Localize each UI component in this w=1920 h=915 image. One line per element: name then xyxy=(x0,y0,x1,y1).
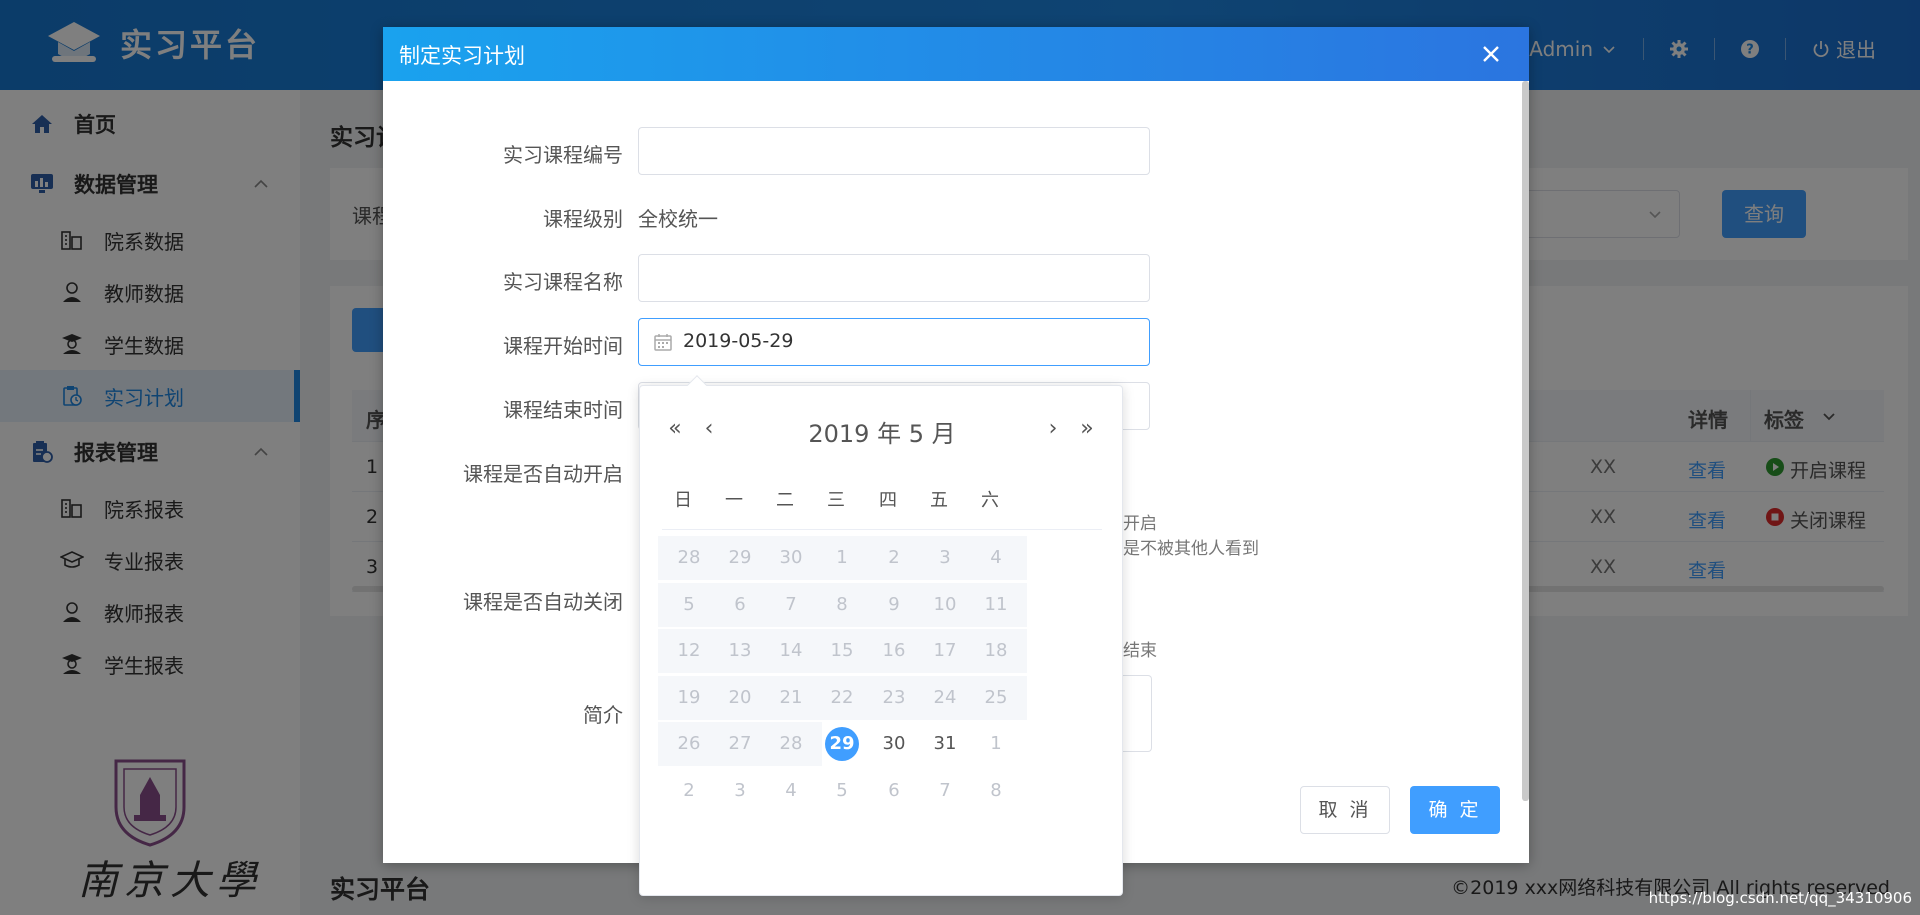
calendar-icon xyxy=(654,334,672,351)
vertical-scrollbar[interactable] xyxy=(1522,81,1529,801)
calendar-day: 25 xyxy=(965,676,1027,720)
auto-open-hint: 开启 xyxy=(1123,514,1157,534)
intro-label: 简介 xyxy=(583,703,623,727)
calendar-day: 4 xyxy=(965,536,1027,580)
next-month-button[interactable]: › xyxy=(1042,418,1064,440)
course-code-label: 实习课程编号 xyxy=(503,143,623,167)
course-level-value: 全校统一 xyxy=(638,207,718,231)
course-code-input[interactable] xyxy=(638,127,1150,175)
auto-open-label: 课程是否自动开启 xyxy=(463,462,623,486)
dialog-header: 制定实习计划 xyxy=(383,27,1529,81)
form-row-start-time: 课程开始时间 2019-05-29 xyxy=(383,318,1150,366)
cancel-button[interactable]: 取 消 xyxy=(1300,786,1390,834)
next-year-button[interactable]: » xyxy=(1076,418,1098,440)
course-name-input[interactable] xyxy=(638,254,1150,302)
calendar-day: 11 xyxy=(965,583,1027,627)
end-time-label: 课程结束时间 xyxy=(503,398,623,422)
auto-close-label: 课程是否自动关闭 xyxy=(463,590,623,614)
start-date-input[interactable]: 2019-05-29 xyxy=(638,318,1150,366)
close-icon[interactable] xyxy=(1479,42,1503,66)
auto-open-hint: 是不被其他人看到 xyxy=(1123,539,1259,559)
picker-header: « ‹ 2019 年 5 月 › » xyxy=(640,408,1124,449)
selected-day[interactable]: 29 xyxy=(825,727,859,761)
dialog-title: 制定实习计划 xyxy=(399,44,525,68)
date-picker: « ‹ 2019 年 5 月 › » 日一二三四五六 28 29 30 1 2 3 4 5 6 7… xyxy=(639,375,1124,896)
start-date-value: 2019-05-29 xyxy=(683,330,794,352)
calendar-day: 18 xyxy=(965,629,1027,673)
start-time-label: 课程开始时间 xyxy=(503,334,623,358)
form-row-course-name: 实习课程名称 xyxy=(383,254,1150,302)
calendar-day[interactable]: 1 xyxy=(965,722,1027,766)
watermark: https://blog.csdn.net/qq_34310906 xyxy=(1648,889,1912,907)
course-level-label: 课程级别 xyxy=(543,207,623,231)
weekday-label: 六 xyxy=(981,490,999,511)
calendar-day[interactable]: 8 xyxy=(965,769,1027,813)
form-row-course-code: 实习课程编号 xyxy=(383,127,1150,175)
confirm-button[interactable]: 确 定 xyxy=(1410,786,1500,834)
course-name-label: 实习课程名称 xyxy=(503,270,623,294)
form-row-course-level: 课程级别 全校统一 xyxy=(383,191,1143,239)
auto-close-hint: 结束 xyxy=(1123,641,1157,661)
picker-divider xyxy=(662,529,1102,530)
